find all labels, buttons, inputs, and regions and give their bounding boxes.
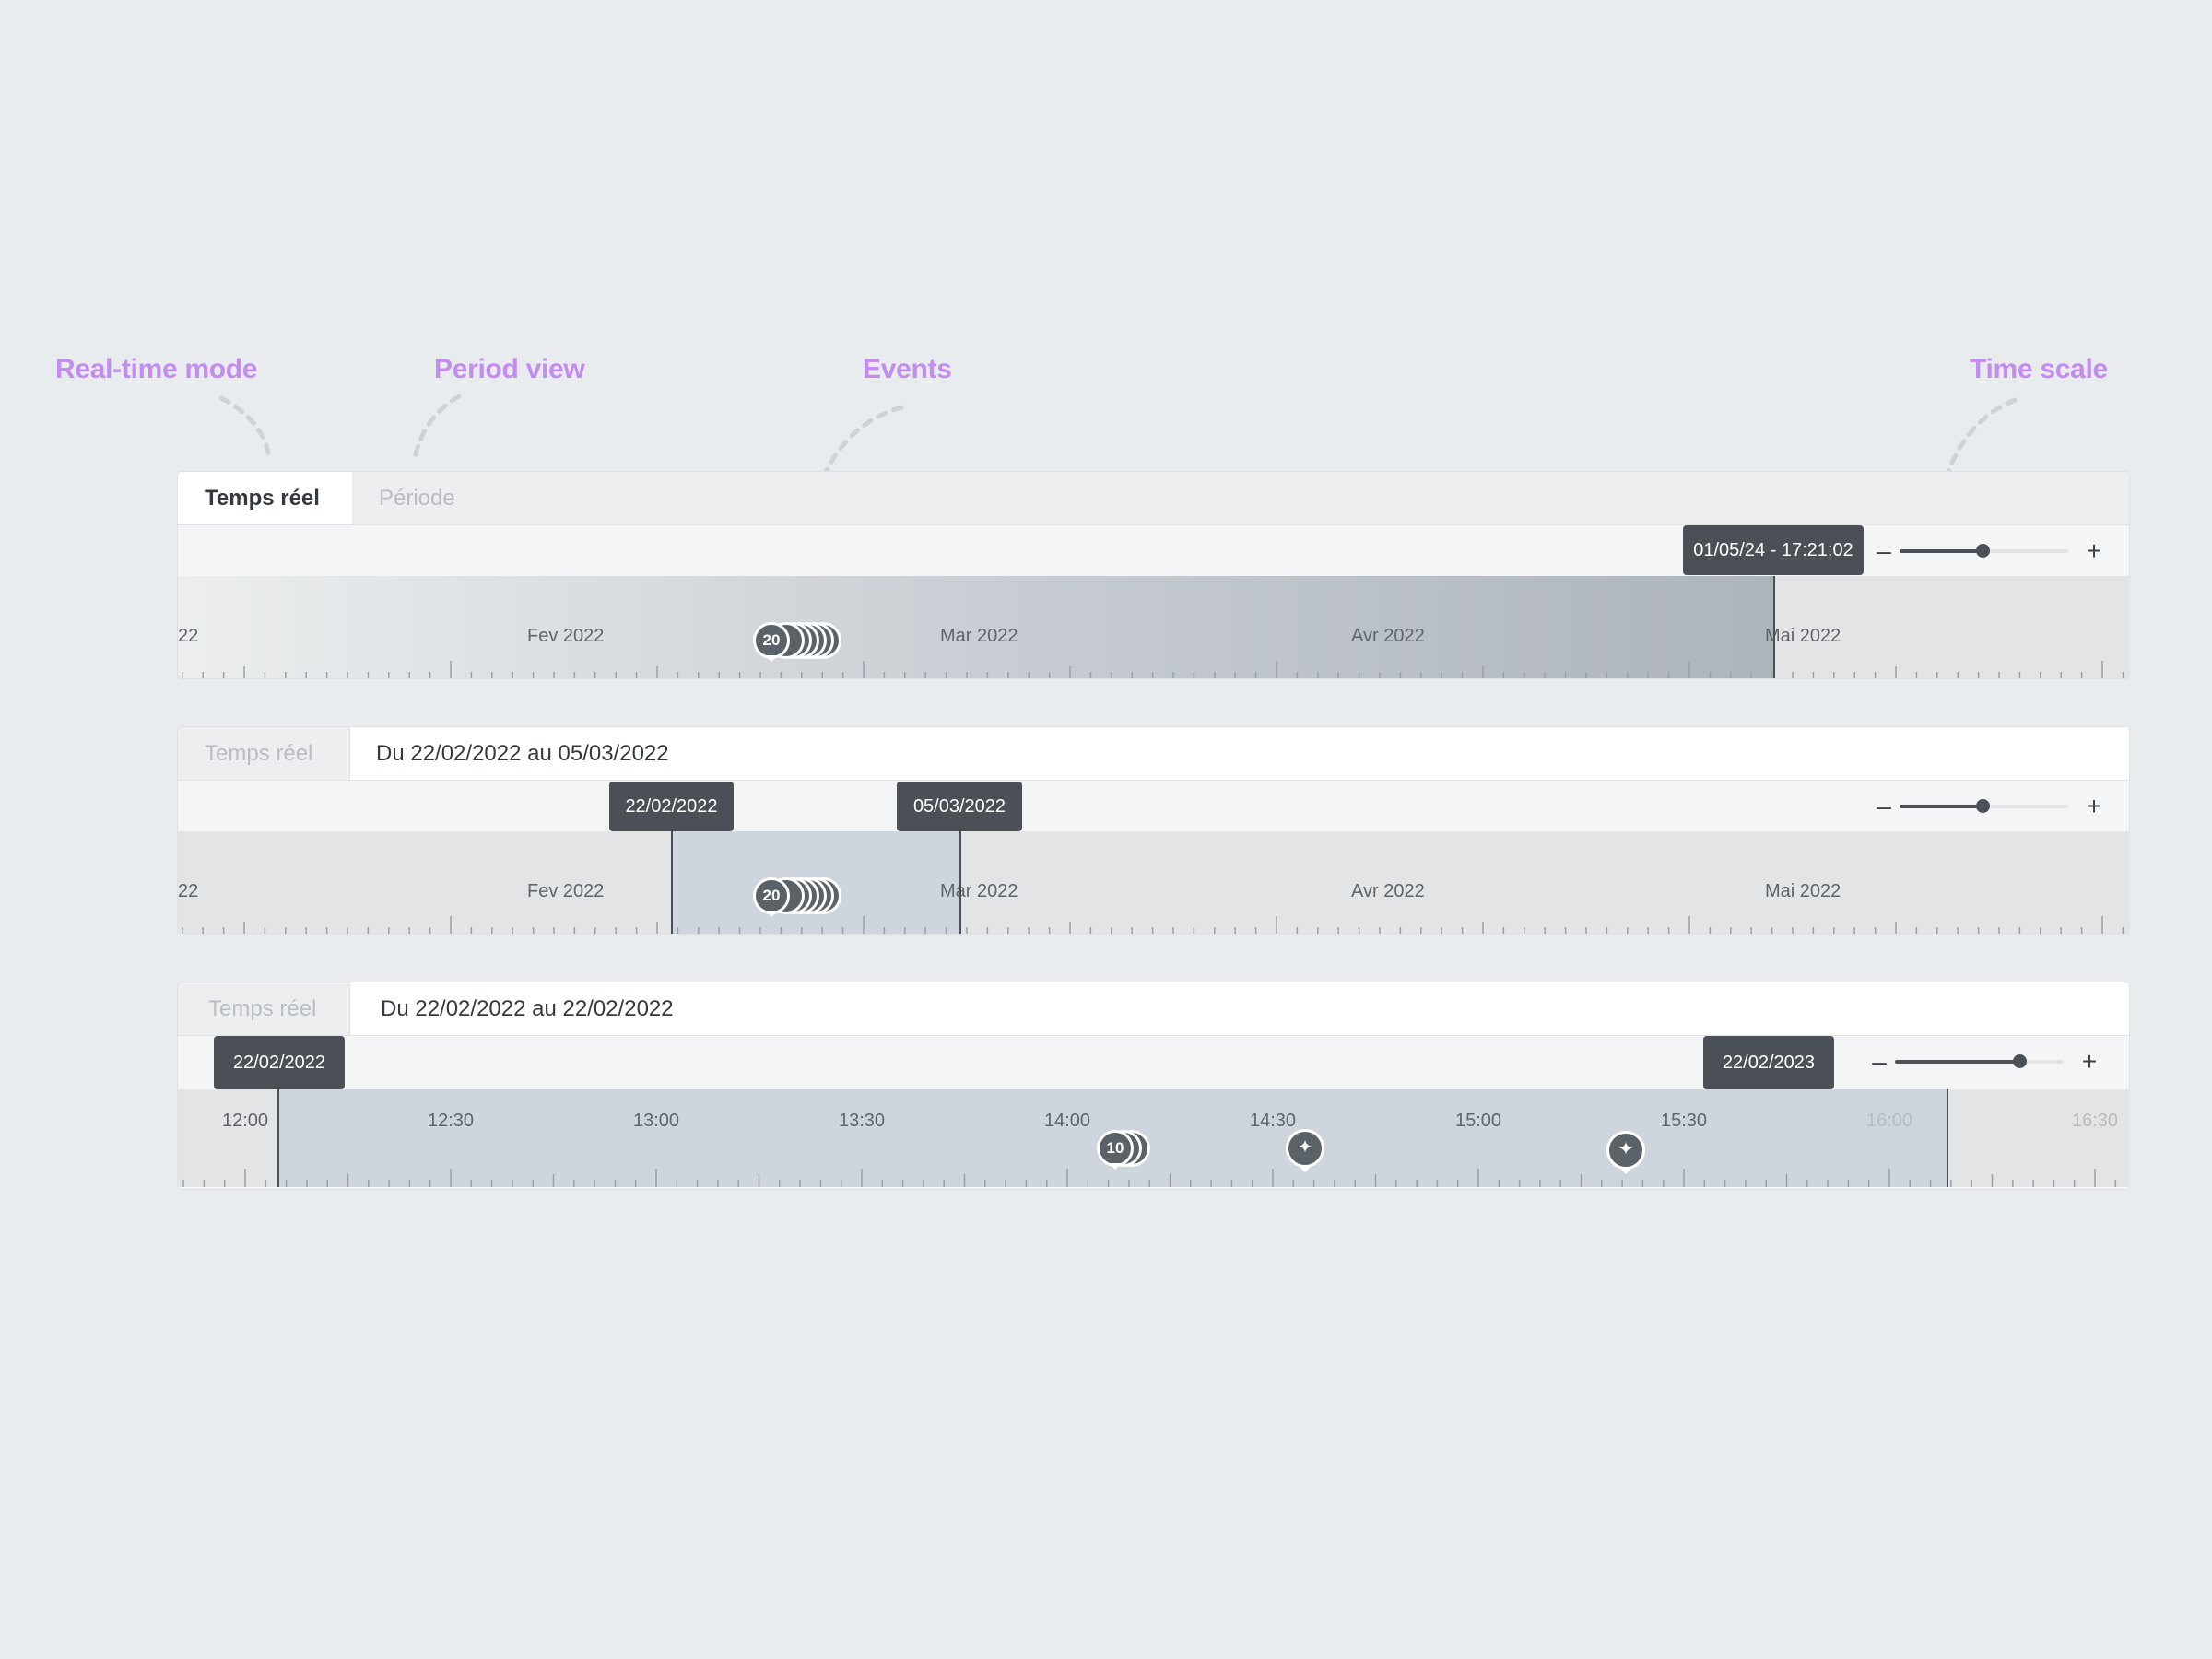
zoom-slider-knob[interactable]	[2013, 1054, 2028, 1068]
event-pin[interactable]: ✦	[1286, 1129, 1324, 1172]
timeline-widget-hourly: Temps réel Du 22/02/2022 au 22/02/2022 –…	[177, 982, 2130, 1190]
tick-marks	[182, 661, 2124, 678]
zoom-slider-fill	[1900, 805, 1983, 808]
month-label: Fev 2022	[527, 881, 605, 901]
time-label: 13:00	[632, 1111, 680, 1131]
period-end-flag[interactable]: 22/02/2023	[1703, 1036, 1834, 1089]
zoom-slider-fill	[1895, 1060, 2020, 1064]
event-count-badge: 10	[1097, 1130, 1134, 1167]
zoom-out-button[interactable]: –	[1867, 1036, 1891, 1087]
month-label: Mar 2022	[940, 626, 1018, 646]
timeline-scale[interactable]: 22 Fev 2022 Mar 2022 Avr 2022 Mai 2022 2…	[178, 831, 2129, 934]
zoom-control: – +	[1867, 1036, 2116, 1089]
mode-tabs: Temps réel Période	[178, 472, 2129, 525]
timeline-widget-realtime: Temps réel Période 01/05/24 - 17:21:02 –…	[177, 471, 2130, 679]
time-label: 14:30	[1249, 1111, 1297, 1131]
month-label: Mai 2022	[1765, 881, 1841, 901]
event-pointer	[765, 911, 778, 917]
period-start-flag[interactable]: 22/02/2022	[609, 782, 734, 831]
period-range-field[interactable]: Du 22/02/2022 au 05/03/2022	[349, 727, 2129, 780]
event-pointer	[1299, 1166, 1312, 1172]
zoom-slider-knob[interactable]	[1975, 544, 1990, 558]
month-label: Mar 2022	[940, 881, 1018, 901]
month-label: 22	[178, 626, 199, 646]
zoom-in-button[interactable]: +	[2077, 1036, 2101, 1087]
period-range-field[interactable]: Du 22/02/2022 au 22/02/2022	[349, 982, 2129, 1035]
event-cluster[interactable]: 20	[753, 622, 864, 662]
time-label: 16:30	[2071, 1111, 2119, 1131]
annotation-events: Events	[863, 354, 952, 384]
zoom-control: – +	[1872, 781, 2121, 831]
period-start-line[interactable]	[671, 831, 673, 934]
tab-realtime[interactable]: Temps réel	[178, 472, 352, 524]
event-pointer	[1619, 1168, 1632, 1174]
time-label: 13:30	[838, 1111, 886, 1131]
time-label: 14:00	[1043, 1111, 1091, 1131]
current-time-flag[interactable]: 01/05/24 - 17:21:02	[1683, 525, 1864, 575]
zoom-slider-knob[interactable]	[1975, 799, 1990, 813]
tick-marks	[182, 916, 2124, 934]
month-label: Fev 2022	[527, 626, 605, 646]
event-pin[interactable]: ✦	[1606, 1131, 1645, 1174]
mode-tabs: Temps réel Du 22/02/2022 au 22/02/2022	[178, 982, 2129, 1036]
month-label: 22	[178, 881, 199, 901]
time-label: 15:00	[1454, 1111, 1502, 1131]
time-label: 16:00	[1865, 1111, 1913, 1131]
zoom-slider-fill	[1900, 549, 1983, 553]
period-end-line[interactable]	[959, 831, 961, 934]
period-end-line[interactable]	[1947, 1089, 1948, 1187]
mode-tabs: Temps réel Du 22/02/2022 au 05/03/2022	[178, 727, 2129, 781]
annotation-realtime-mode: Real-time mode	[55, 354, 258, 384]
timeline-widget-period: Temps réel Du 22/02/2022 au 05/03/2022 –…	[177, 726, 2130, 935]
month-label: Avr 2022	[1351, 626, 1425, 646]
event-cluster[interactable]: 20	[753, 877, 864, 917]
period-end-flag[interactable]: 05/03/2022	[897, 782, 1022, 831]
tab-period[interactable]: Période	[352, 472, 518, 524]
event-count-badge: 20	[753, 877, 790, 914]
tab-realtime[interactable]: Temps réel	[178, 727, 349, 780]
control-row: 01/05/24 - 17:21:02 – +	[178, 525, 2129, 576]
control-row: – +	[178, 781, 2129, 831]
time-label: 12:00	[221, 1111, 269, 1131]
timeline-scale[interactable]: 22 Fev 2022 Mar 2022 Avr 2022 Mai 2022 2…	[178, 576, 2129, 678]
month-label: Avr 2022	[1351, 881, 1425, 901]
sparkle-icon: ✦	[1297, 1137, 1313, 1158]
zoom-in-button[interactable]: +	[2082, 525, 2106, 576]
month-label: Mai 2022	[1765, 626, 1841, 646]
event-count-badge: 20	[753, 622, 790, 659]
annotation-period-view: Period view	[434, 354, 585, 384]
event-pointer	[765, 655, 778, 662]
zoom-in-button[interactable]: +	[2082, 781, 2106, 831]
zoom-slider[interactable]	[1895, 1054, 2064, 1068]
sparkle-icon: ✦	[1618, 1139, 1634, 1159]
event-pointer	[1109, 1163, 1122, 1170]
annotation-time-scale: Time scale	[1970, 354, 2108, 384]
event-cluster[interactable]: 10	[1097, 1130, 1161, 1170]
time-label: 15:30	[1660, 1111, 1708, 1131]
period-start-flag[interactable]: 22/02/2022	[214, 1036, 345, 1089]
zoom-slider[interactable]	[1900, 544, 2068, 558]
leader-period	[412, 394, 462, 461]
control-row: – +	[178, 1036, 2129, 1089]
leader-realtime	[218, 395, 272, 460]
zoom-control: – +	[1872, 525, 2121, 576]
period-start-line[interactable]	[277, 1089, 279, 1187]
timeline-scale[interactable]: 12:00 12:30 13:00 13:30 14:00 14:30 15:0…	[178, 1089, 2129, 1187]
zoom-out-button[interactable]: –	[1872, 525, 1896, 576]
tab-realtime[interactable]: Temps réel	[178, 982, 349, 1035]
tick-marks	[182, 1169, 2117, 1187]
time-label: 12:30	[427, 1111, 475, 1131]
zoom-out-button[interactable]: –	[1872, 781, 1896, 831]
current-time-line[interactable]	[1773, 576, 1775, 678]
zoom-slider[interactable]	[1900, 799, 2068, 813]
